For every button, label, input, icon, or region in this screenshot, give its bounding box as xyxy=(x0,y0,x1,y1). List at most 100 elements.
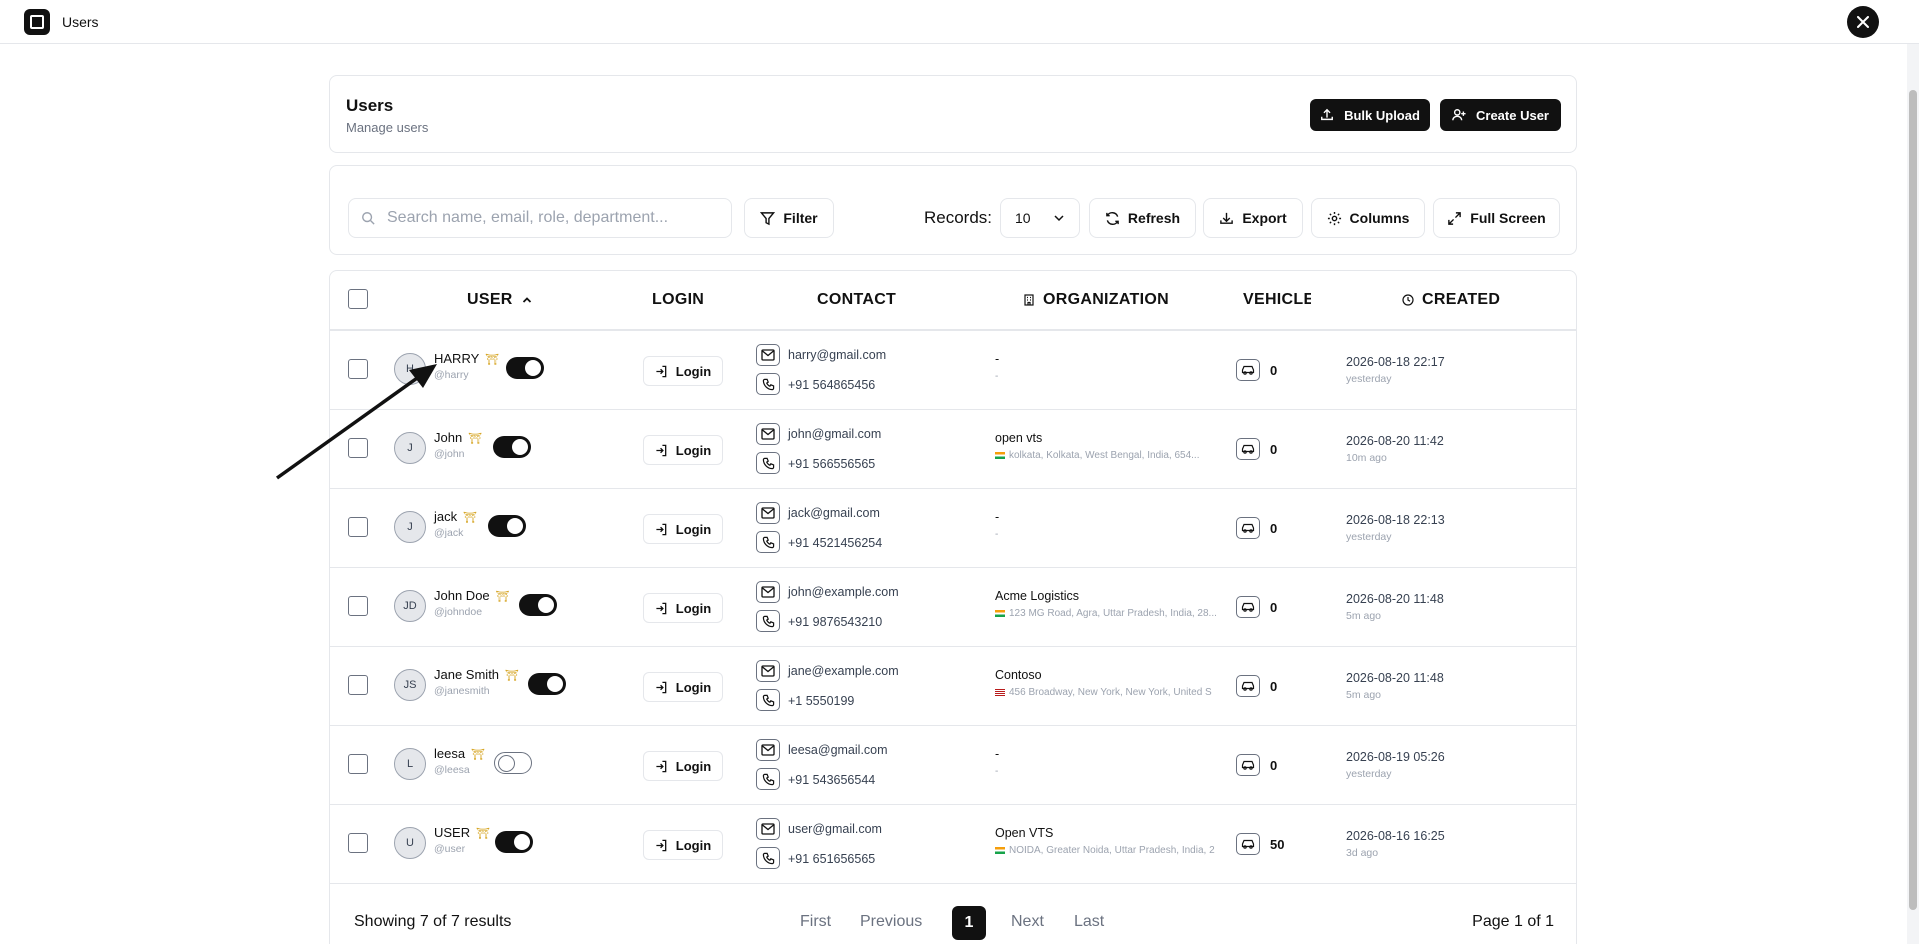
column-login[interactable]: LOGIN xyxy=(652,291,704,309)
close-window-button[interactable] xyxy=(1847,6,1879,38)
organization-name: open vts xyxy=(995,431,1043,445)
login-as-user-button[interactable]: Login xyxy=(643,514,723,544)
user-active-toggle[interactable] xyxy=(519,594,557,616)
vehicle-icon-box[interactable] xyxy=(1236,517,1260,539)
user-name[interactable]: John ⛩ xyxy=(434,430,482,445)
refresh-label: Refresh xyxy=(1127,210,1181,226)
user-active-toggle[interactable] xyxy=(494,752,532,774)
create-user-button[interactable]: Create User xyxy=(1440,99,1561,131)
vehicle-icon-box[interactable] xyxy=(1236,833,1260,855)
avatar: U xyxy=(394,827,426,859)
user-name[interactable]: jack ⛩ xyxy=(434,509,477,524)
column-user-label: USER xyxy=(467,291,513,308)
vehicle-icon-box[interactable] xyxy=(1236,438,1260,460)
user-name[interactable]: HARRY ⛩ xyxy=(434,351,499,366)
page-title: Users xyxy=(346,96,394,115)
row-checkbox[interactable] xyxy=(348,754,368,774)
vehicle-icon-box[interactable] xyxy=(1236,596,1260,618)
phone-icon xyxy=(762,457,774,469)
user-active-toggle[interactable] xyxy=(528,673,566,695)
first-page-link[interactable]: First xyxy=(800,913,831,931)
column-organization-label: ORGANIZATION xyxy=(1043,291,1169,308)
created-relative: 3d ago xyxy=(1346,847,1379,859)
user-name[interactable]: John Doe ⛩ xyxy=(434,588,510,603)
user-name-label: USER xyxy=(434,825,471,840)
phone-icon-box xyxy=(756,768,780,790)
expand-icon xyxy=(1448,211,1462,225)
pagination: Showing 7 of 7 results First Previous 1 … xyxy=(330,885,1576,944)
login-icon xyxy=(656,365,667,377)
full-screen-button[interactable]: Full Screen xyxy=(1433,198,1560,238)
login-as-user-button[interactable]: Login xyxy=(643,593,723,623)
select-all-checkbox[interactable] xyxy=(348,289,368,309)
row-checkbox[interactable] xyxy=(348,359,368,379)
login-label: Login xyxy=(675,521,712,537)
phone-icon-box xyxy=(756,610,780,632)
results-count: Showing 7 of 7 results xyxy=(354,913,512,930)
window-title: Users xyxy=(62,13,99,30)
avatar: JD xyxy=(394,590,426,622)
title-bar: Users xyxy=(0,0,1919,44)
user-active-toggle[interactable] xyxy=(493,436,531,458)
vehicle-count: 50 xyxy=(1270,837,1285,852)
row-checkbox[interactable] xyxy=(348,833,368,853)
table-header: USER LOGIN CONTACT ORGANIZATION VEHICLE … xyxy=(330,271,1576,331)
login-as-user-button[interactable]: Login xyxy=(643,356,723,386)
column-vehicle[interactable]: VEHICLE xyxy=(1243,291,1311,309)
user-name[interactable]: leesa ⛩ xyxy=(434,746,485,761)
user-active-toggle[interactable] xyxy=(495,831,533,853)
user-active-toggle[interactable] xyxy=(488,515,526,537)
organization-name: - xyxy=(995,747,1000,761)
column-contact[interactable]: CONTACT xyxy=(817,291,896,309)
last-page-link[interactable]: Last xyxy=(1074,913,1104,931)
export-button[interactable]: Export xyxy=(1203,198,1303,238)
row-checkbox[interactable] xyxy=(348,596,368,616)
user-email: harry@gmail.com xyxy=(788,348,887,362)
scrollbar-thumb[interactable] xyxy=(1909,90,1917,910)
next-page-link[interactable]: Next xyxy=(1011,913,1044,931)
records-per-page-select[interactable]: 10 xyxy=(1000,198,1080,238)
column-organization[interactable]: ORGANIZATION xyxy=(1023,291,1169,309)
mail-icon xyxy=(761,665,775,677)
avatar: L xyxy=(394,748,426,780)
row-checkbox[interactable] xyxy=(348,438,368,458)
vehicle-icon-box[interactable] xyxy=(1236,754,1260,776)
user-email: john@gmail.com xyxy=(788,427,882,441)
shield-icon: ⛩ xyxy=(468,433,483,445)
user-phone: +91 4521456254 xyxy=(788,536,883,550)
previous-page-link[interactable]: Previous xyxy=(860,913,922,931)
login-as-user-button[interactable]: Login xyxy=(643,435,723,465)
user-name[interactable]: USER ⛩ xyxy=(434,825,490,840)
page-scrollbar[interactable] xyxy=(1907,44,1919,944)
user-name-label: John xyxy=(434,430,463,445)
login-as-user-button[interactable]: Login xyxy=(643,751,723,781)
search-input[interactable] xyxy=(387,209,707,227)
login-as-user-button[interactable]: Login xyxy=(643,672,723,702)
columns-button[interactable]: Columns xyxy=(1311,198,1425,238)
refresh-button[interactable]: Refresh xyxy=(1089,198,1196,238)
user-name[interactable]: Jane Smith ⛩ xyxy=(434,667,519,682)
organization-address-text: - xyxy=(995,766,999,777)
current-page-button[interactable]: 1 xyxy=(952,906,986,940)
table-row: JS Jane Smith ⛩ @janesmith Login jane@exa… xyxy=(330,647,1576,726)
country-flag-icon xyxy=(995,846,1005,854)
organization-name: Contoso xyxy=(995,668,1042,682)
bulk-upload-button[interactable]: Bulk Upload xyxy=(1310,99,1430,131)
filter-icon xyxy=(760,211,776,225)
column-created[interactable]: CREATED xyxy=(1402,291,1500,309)
table-row: J John ⛩ @john Login john@gmail.com +91 5… xyxy=(330,410,1576,489)
row-checkbox[interactable] xyxy=(348,517,368,537)
vehicle-icon-box[interactable] xyxy=(1236,675,1260,697)
vehicle-icon-box[interactable] xyxy=(1236,359,1260,381)
login-as-user-button[interactable]: Login xyxy=(643,830,723,860)
user-active-toggle[interactable] xyxy=(506,357,544,379)
refresh-icon xyxy=(1106,211,1119,225)
upload-icon xyxy=(1321,108,1334,121)
filter-button[interactable]: Filter xyxy=(744,198,834,238)
chevron-down-icon xyxy=(1054,215,1064,222)
column-user[interactable]: USER xyxy=(467,291,533,309)
row-checkbox[interactable] xyxy=(348,675,368,695)
page-info: Page 1 of 1 xyxy=(1472,913,1554,930)
mail-icon-box xyxy=(756,502,780,524)
search-box[interactable] xyxy=(348,198,732,238)
